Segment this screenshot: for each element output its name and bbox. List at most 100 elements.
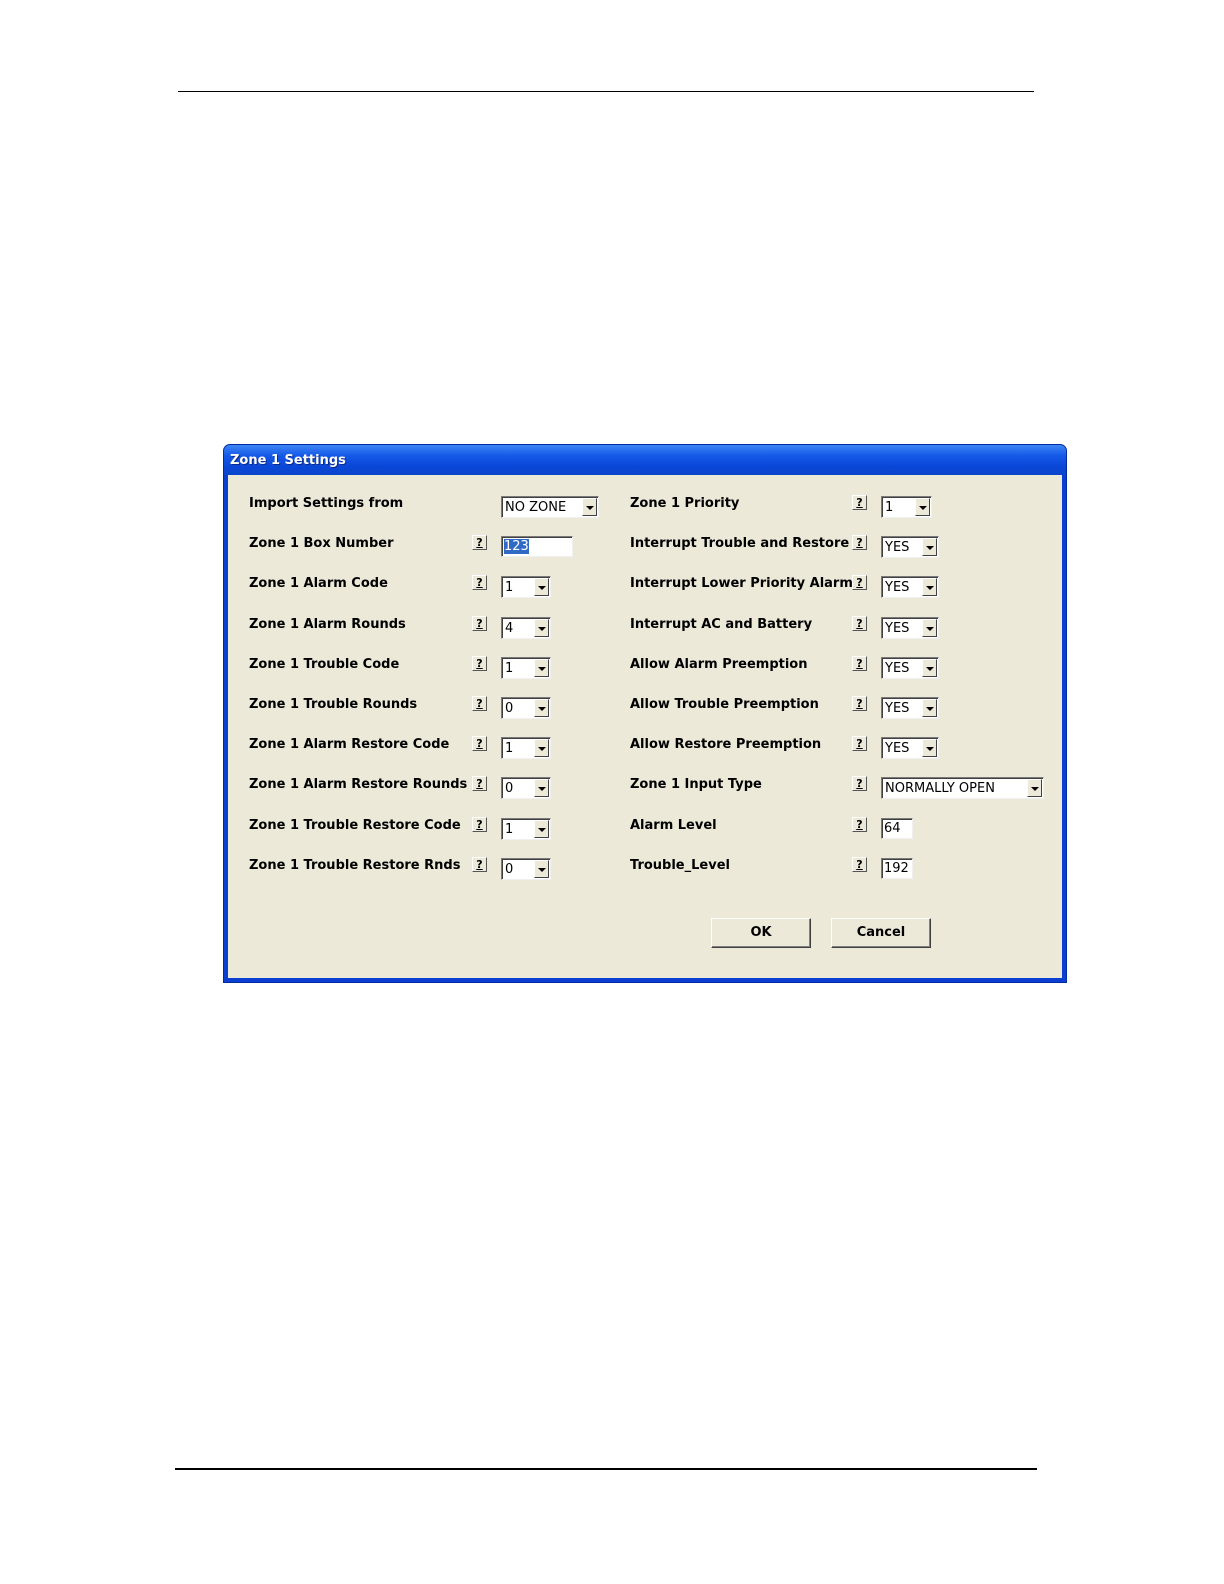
zone-1-trouble-rounds-dropdown[interactable]: 0 xyxy=(501,697,551,719)
dialog-title: Zone 1 Settings xyxy=(230,453,346,468)
chevron-down-icon[interactable] xyxy=(1027,779,1042,797)
allow-restore-preemption-dropdown[interactable]: YES xyxy=(881,737,939,759)
zone-1-alarm-restore-code-help-button[interactable]: ? xyxy=(472,736,487,751)
zone-1-trouble-code-help-button[interactable]: ? xyxy=(472,656,487,671)
interrupt-ac-and-battery-help-button[interactable]: ? xyxy=(852,616,867,631)
zone-1-trouble-code-dropdown[interactable]: 1 xyxy=(501,657,551,679)
allow-alarm-preemption-help-button[interactable]: ? xyxy=(852,656,867,671)
zone-1-trouble-rounds-help-button[interactable]: ? xyxy=(472,696,487,711)
zone-1-priority-value: 1 xyxy=(885,500,894,515)
zone-1-trouble-restore-rnds-value: 0 xyxy=(505,862,514,877)
chevron-down-icon[interactable] xyxy=(534,860,549,878)
zone-1-alarm-restore-code-dropdown[interactable]: 1 xyxy=(501,737,551,759)
zone-1-alarm-rounds-label: Zone 1 Alarm Rounds xyxy=(249,617,406,632)
zone-1-trouble-restore-code-label: Zone 1 Trouble Restore Code xyxy=(249,818,461,833)
chevron-down-icon[interactable] xyxy=(534,739,549,757)
zone-1-alarm-restore-rounds-help-button[interactable]: ? xyxy=(472,776,487,791)
alarm-level-input[interactable]: 64 xyxy=(881,818,913,839)
trouble-level-value: 192 xyxy=(884,861,909,876)
zone-1-alarm-code-help-button[interactable]: ? xyxy=(472,575,487,590)
zone-1-trouble-rounds-value: 0 xyxy=(505,701,514,716)
zone-1-trouble-code-label: Zone 1 Trouble Code xyxy=(249,657,400,672)
zone-1-alarm-code-value: 1 xyxy=(505,580,514,595)
allow-alarm-preemption-dropdown[interactable]: YES xyxy=(881,657,939,679)
interrupt-lower-priority-alarm-value: YES xyxy=(885,580,910,595)
zone-1-box-number-input[interactable]: 123 xyxy=(501,536,573,557)
zone-1-input-type-help-button[interactable]: ? xyxy=(852,776,867,791)
interrupt-trouble-and-restore-dropdown[interactable]: YES xyxy=(881,536,939,558)
allow-alarm-preemption-label: Allow Alarm Preemption xyxy=(630,657,808,672)
zone-1-trouble-restore-rnds-label: Zone 1 Trouble Restore Rnds xyxy=(249,858,461,873)
header-rule xyxy=(178,91,1034,92)
chevron-down-icon[interactable] xyxy=(534,578,549,596)
chevron-down-icon[interactable] xyxy=(922,578,937,596)
zone-1-trouble-restore-code-help-button[interactable]: ? xyxy=(472,817,487,832)
interrupt-ac-and-battery-label: Interrupt AC and Battery xyxy=(630,617,813,632)
zone-1-priority-dropdown[interactable]: 1 xyxy=(881,496,932,518)
zone-1-alarm-code-label: Zone 1 Alarm Code xyxy=(249,576,388,591)
allow-trouble-preemption-value: YES xyxy=(885,701,910,716)
zone-1-alarm-rounds-dropdown[interactable]: 4 xyxy=(501,617,551,639)
trouble-level-input[interactable]: 192 xyxy=(881,858,913,879)
allow-alarm-preemption-value: YES xyxy=(885,661,910,676)
interrupt-trouble-and-restore-value: YES xyxy=(885,540,910,555)
zone-1-alarm-restore-rounds-label: Zone 1 Alarm Restore Rounds xyxy=(249,777,468,792)
interrupt-lower-priority-alarm-label: Interrupt Lower Priority Alarm xyxy=(630,576,853,591)
zone-1-trouble-restore-code-dropdown[interactable]: 1 xyxy=(501,818,551,840)
zone-1-alarm-restore-rounds-dropdown[interactable]: 0 xyxy=(501,777,551,799)
trouble-level-help-button[interactable]: ? xyxy=(852,857,867,872)
zone-1-alarm-code-dropdown[interactable]: 1 xyxy=(501,576,551,598)
chevron-down-icon[interactable] xyxy=(915,498,930,516)
interrupt-ac-and-battery-value: YES xyxy=(885,621,910,636)
zone-1-trouble-rounds-label: Zone 1 Trouble Rounds xyxy=(249,697,418,712)
chevron-down-icon[interactable] xyxy=(534,659,549,677)
cancel-button[interactable]: Cancel xyxy=(831,918,931,948)
dialog-titlebar[interactable]: Zone 1 Settings xyxy=(224,445,1066,475)
zone-1-alarm-restore-rounds-value: 0 xyxy=(505,781,514,796)
dialog-client-area: OK Cancel Import Settings from NO ZONE Zon… xyxy=(228,475,1062,978)
zone-1-trouble-restore-rnds-dropdown[interactable]: 0 xyxy=(501,858,551,880)
interrupt-trouble-and-restore-help-button[interactable]: ? xyxy=(852,535,867,550)
chevron-down-icon[interactable] xyxy=(922,739,937,757)
zone-1-box-number-value: 123 xyxy=(504,539,529,554)
chevron-down-icon[interactable] xyxy=(534,699,549,717)
zone-1-trouble-restore-code-value: 1 xyxy=(505,822,514,837)
allow-restore-preemption-help-button[interactable]: ? xyxy=(852,736,867,751)
zone-1-input-type-dropdown[interactable]: NORMALLY OPEN xyxy=(881,777,1044,799)
chevron-down-icon[interactable] xyxy=(534,619,549,637)
zone-1-alarm-rounds-help-button[interactable]: ? xyxy=(472,616,487,631)
import-settings-from-label: Import Settings from xyxy=(249,496,404,511)
allow-restore-preemption-value: YES xyxy=(885,741,910,756)
import-settings-from-value: NO ZONE xyxy=(505,500,567,515)
zone-1-box-number-label: Zone 1 Box Number xyxy=(249,536,394,551)
footer-rule xyxy=(175,1468,1037,1470)
chevron-down-icon[interactable] xyxy=(582,498,597,516)
zone-1-trouble-restore-rnds-help-button[interactable]: ? xyxy=(472,857,487,872)
chevron-down-icon[interactable] xyxy=(534,779,549,797)
zone-1-box-number-help-button[interactable]: ? xyxy=(472,535,487,550)
chevron-down-icon[interactable] xyxy=(922,538,937,556)
zone-1-input-type-label: Zone 1 Input Type xyxy=(630,777,762,792)
alarm-level-value: 64 xyxy=(884,821,901,836)
alarm-level-label: Alarm Level xyxy=(630,818,717,833)
chevron-down-icon[interactable] xyxy=(922,619,937,637)
zone-1-input-type-value: NORMALLY OPEN xyxy=(885,781,995,796)
zone-1-alarm-restore-code-label: Zone 1 Alarm Restore Code xyxy=(249,737,450,752)
interrupt-ac-and-battery-dropdown[interactable]: YES xyxy=(881,617,939,639)
trouble-level-label: Trouble_Level xyxy=(630,858,730,873)
import-settings-from-dropdown[interactable]: NO ZONE xyxy=(501,496,599,518)
zone-1-alarm-rounds-value: 4 xyxy=(505,621,514,636)
allow-trouble-preemption-help-button[interactable]: ? xyxy=(852,696,867,711)
chevron-down-icon[interactable] xyxy=(922,699,937,717)
allow-trouble-preemption-dropdown[interactable]: YES xyxy=(881,697,939,719)
zone-1-priority-help-button[interactable]: ? xyxy=(852,495,867,510)
interrupt-lower-priority-alarm-dropdown[interactable]: YES xyxy=(881,576,939,598)
chevron-down-icon[interactable] xyxy=(922,659,937,677)
zone-settings-dialog: Zone 1 Settings OK Cancel Import Setting… xyxy=(223,444,1067,983)
interrupt-lower-priority-alarm-help-button[interactable]: ? xyxy=(852,575,867,590)
ok-button[interactable]: OK xyxy=(711,918,811,948)
zone-1-alarm-restore-code-value: 1 xyxy=(505,741,514,756)
alarm-level-help-button[interactable]: ? xyxy=(852,817,867,832)
chevron-down-icon[interactable] xyxy=(534,820,549,838)
zone-1-priority-label: Zone 1 Priority xyxy=(630,496,740,511)
